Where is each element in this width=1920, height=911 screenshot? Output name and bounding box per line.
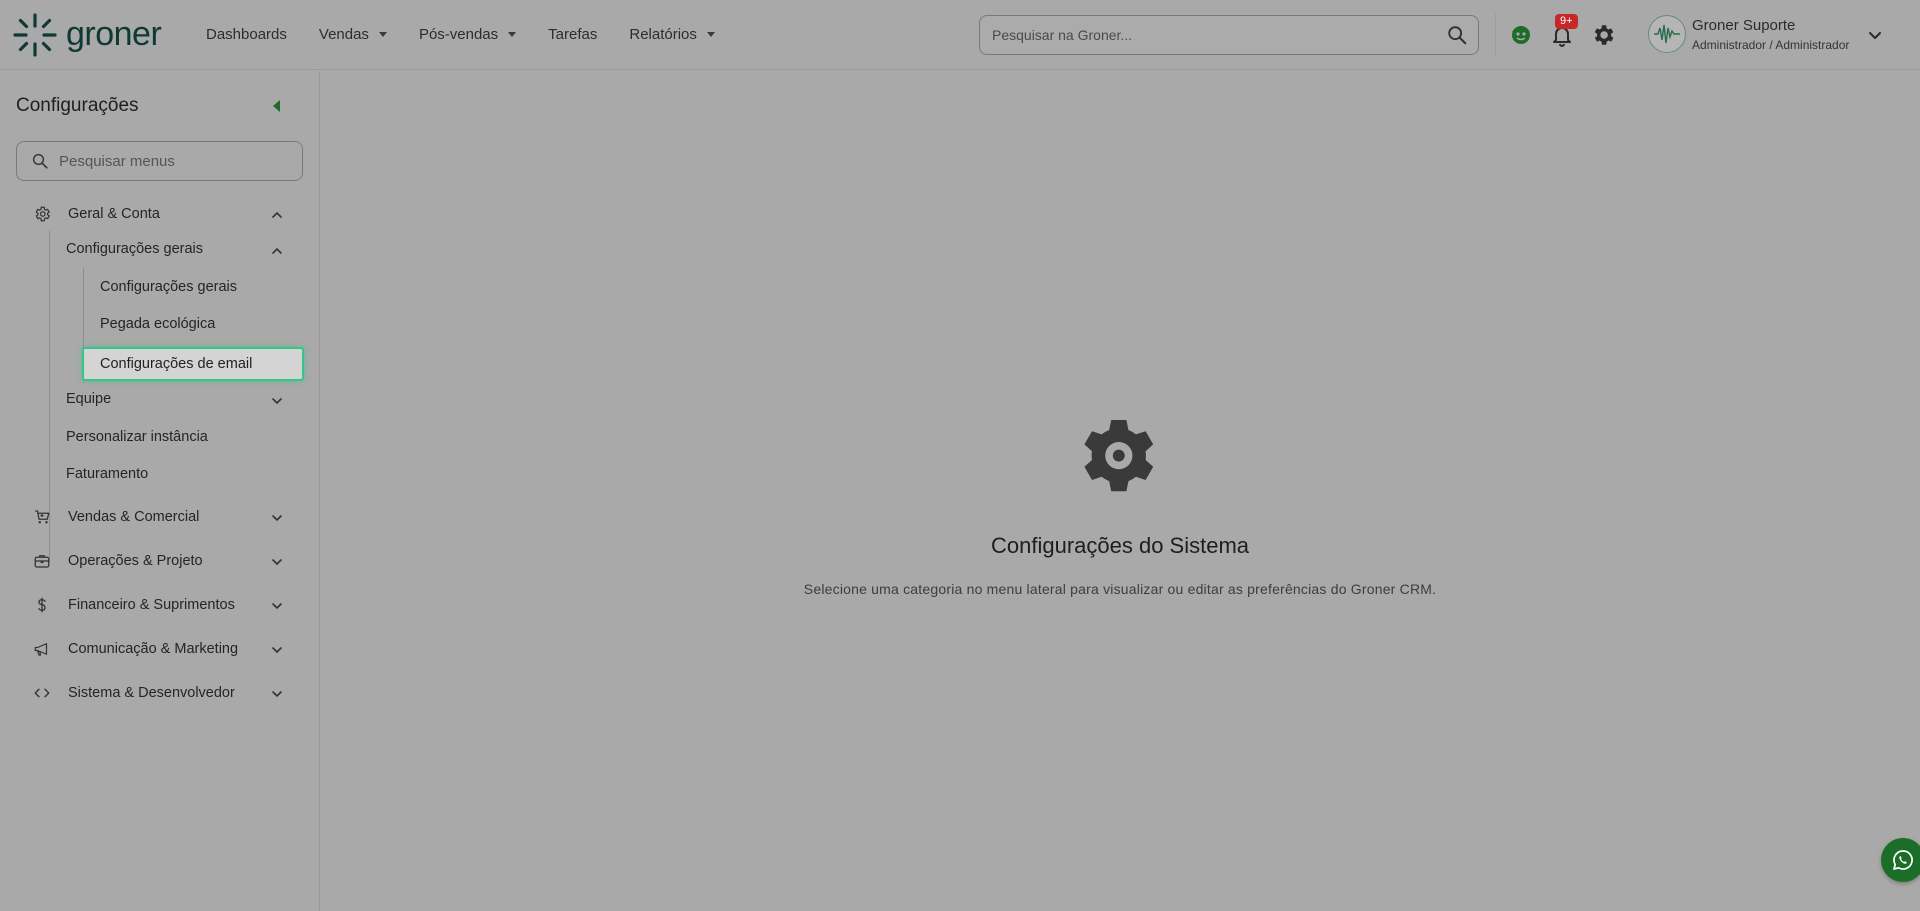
sidebar-item-faturamento[interactable]: Faturamento [66, 466, 148, 482]
sidebar-search [16, 141, 303, 181]
sidebar-item-personalizar-instancia[interactable]: Personalizar instância [66, 429, 208, 445]
caret-down-icon [508, 32, 517, 37]
nav-pos-vendas-label: Pós-vendas [418, 26, 499, 43]
groner-burst-icon [13, 12, 57, 57]
user-role: Administrador / Administrador [1692, 37, 1850, 52]
briefcase-icon [32, 551, 52, 571]
whatsapp-icon [1893, 850, 1913, 870]
nav-relatorios-label: Relatórios [629, 26, 697, 43]
sidebar-group-comunicacao-marketing[interactable]: Comunicação & Marketing [32, 639, 238, 659]
sidebar-group-label: Geral & Conta [68, 206, 160, 222]
notification-badge: 9+ [1555, 14, 1578, 29]
header-divider [1495, 14, 1496, 56]
sidebar-subitem-configuracoes-gerais[interactable]: Configurações gerais [100, 279, 237, 295]
collapse-sidebar-icon[interactable] [273, 100, 280, 112]
sidebar-group-label: Comunicação & Marketing [68, 641, 239, 657]
search-icon[interactable] [1446, 24, 1468, 46]
nav-dashboards-label: Dashboards [206, 26, 287, 43]
assistant-face-icon[interactable] [1508, 22, 1534, 48]
settings-gear-icon[interactable] [1590, 22, 1616, 48]
caret-down-icon [706, 32, 715, 37]
sidebar-group-label: Operações & Projeto [68, 553, 203, 569]
sidebar-group-vendas-comercial[interactable]: Vendas & Comercial [32, 507, 199, 527]
chevron-down-icon[interactable] [270, 394, 284, 408]
sidebar-group-financeiro-suprimentos[interactable]: Financeiro & Suprimentos [32, 595, 235, 615]
groner-logo[interactable]: groner [12, 12, 192, 58]
chevron-down-icon[interactable] [270, 643, 284, 657]
nav-vendas-label: Vendas [318, 26, 369, 43]
sidebar-item-label: Personalizar instância [66, 429, 208, 445]
user-name: Groner Suporte [1692, 16, 1796, 34]
page-description: Selecione uma categoria no menu lateral … [803, 581, 1437, 597]
gear-icon [1084, 420, 1154, 492]
sidebar-item-label: Faturamento [66, 466, 149, 482]
nav-relatorios[interactable]: Relatórios [629, 26, 715, 43]
chevron-down-icon[interactable] [270, 599, 284, 613]
chevron-down-icon[interactable] [270, 511, 284, 525]
brand-name: groner [66, 15, 162, 53]
global-search-input[interactable] [992, 27, 1446, 43]
code-icon [32, 683, 52, 703]
sidebar-group-operacoes-projeto[interactable]: Operações & Projeto [32, 551, 203, 571]
gear-icon [32, 204, 52, 224]
nav-pos-vendas[interactable]: Pós-vendas [418, 26, 517, 43]
nav-tarefas[interactable]: Tarefas [548, 26, 597, 43]
sidebar-item-label: Configurações gerais [66, 241, 204, 257]
sidebar-title: Configurações [16, 95, 139, 116]
top-navigation: Dashboards Vendas Pós-vendas Tarefas Rel… [206, 26, 747, 43]
sidebar-group-label: Financeiro & Suprimentos [68, 597, 235, 613]
dollar-icon [32, 595, 52, 615]
settings-sidebar: Configurações Geral & Conta Configuraçõe… [0, 71, 320, 911]
search-icon [32, 153, 48, 169]
chevron-down-icon[interactable] [1866, 26, 1884, 44]
chevron-up-icon[interactable] [270, 244, 284, 258]
sidebar-group-label: Vendas & Comercial [68, 509, 200, 525]
user-menu[interactable]: Groner Suporte Administrador / Administr… [1648, 15, 1849, 53]
nav-dashboards[interactable]: Dashboards [206, 26, 287, 43]
sidebar-group-geral-conta[interactable]: Geral & Conta [32, 204, 160, 224]
nav-vendas[interactable]: Vendas [319, 26, 387, 43]
chevron-up-icon[interactable] [270, 208, 284, 222]
sidebar-item-label: Pegada ecológica [100, 316, 216, 332]
sidebar-item-equipe[interactable]: Equipe [66, 391, 111, 407]
sidebar-item-label: Configurações gerais [100, 279, 238, 295]
top-bar: groner Dashboards Vendas Pós-vendas Tare… [0, 0, 1920, 70]
nav-tarefas-label: Tarefas [548, 26, 598, 43]
sidebar-subitem-pegada-ecologica[interactable]: Pegada ecológica [100, 316, 215, 332]
sidebar-subitem-configuracoes-email[interactable]: Configurações de email [82, 347, 304, 381]
sidebar-group-sistema-desenvolvedor[interactable]: Sistema & Desenvolvedor [32, 683, 235, 703]
page-title: Configurações do Sistema [990, 533, 1250, 558]
cart-icon [32, 507, 52, 527]
sidebar-item-label: Equipe [66, 391, 112, 407]
sidebar-item-label: Configurações de email [100, 356, 253, 372]
chevron-down-icon[interactable] [270, 555, 284, 569]
sidebar-item-configuracoes-gerais[interactable]: Configurações gerais [66, 241, 203, 257]
sidebar-search-input[interactable] [59, 152, 302, 170]
chevron-down-icon[interactable] [270, 687, 284, 701]
megaphone-icon [32, 639, 52, 659]
caret-down-icon [378, 32, 387, 37]
whatsapp-button[interactable] [1881, 838, 1920, 882]
main-empty-state: Configurações do Sistema Selecione uma c… [320, 410, 1920, 597]
avatar [1648, 15, 1686, 53]
global-search [979, 15, 1479, 55]
sidebar-group-label: Sistema & Desenvolvedor [68, 685, 235, 701]
